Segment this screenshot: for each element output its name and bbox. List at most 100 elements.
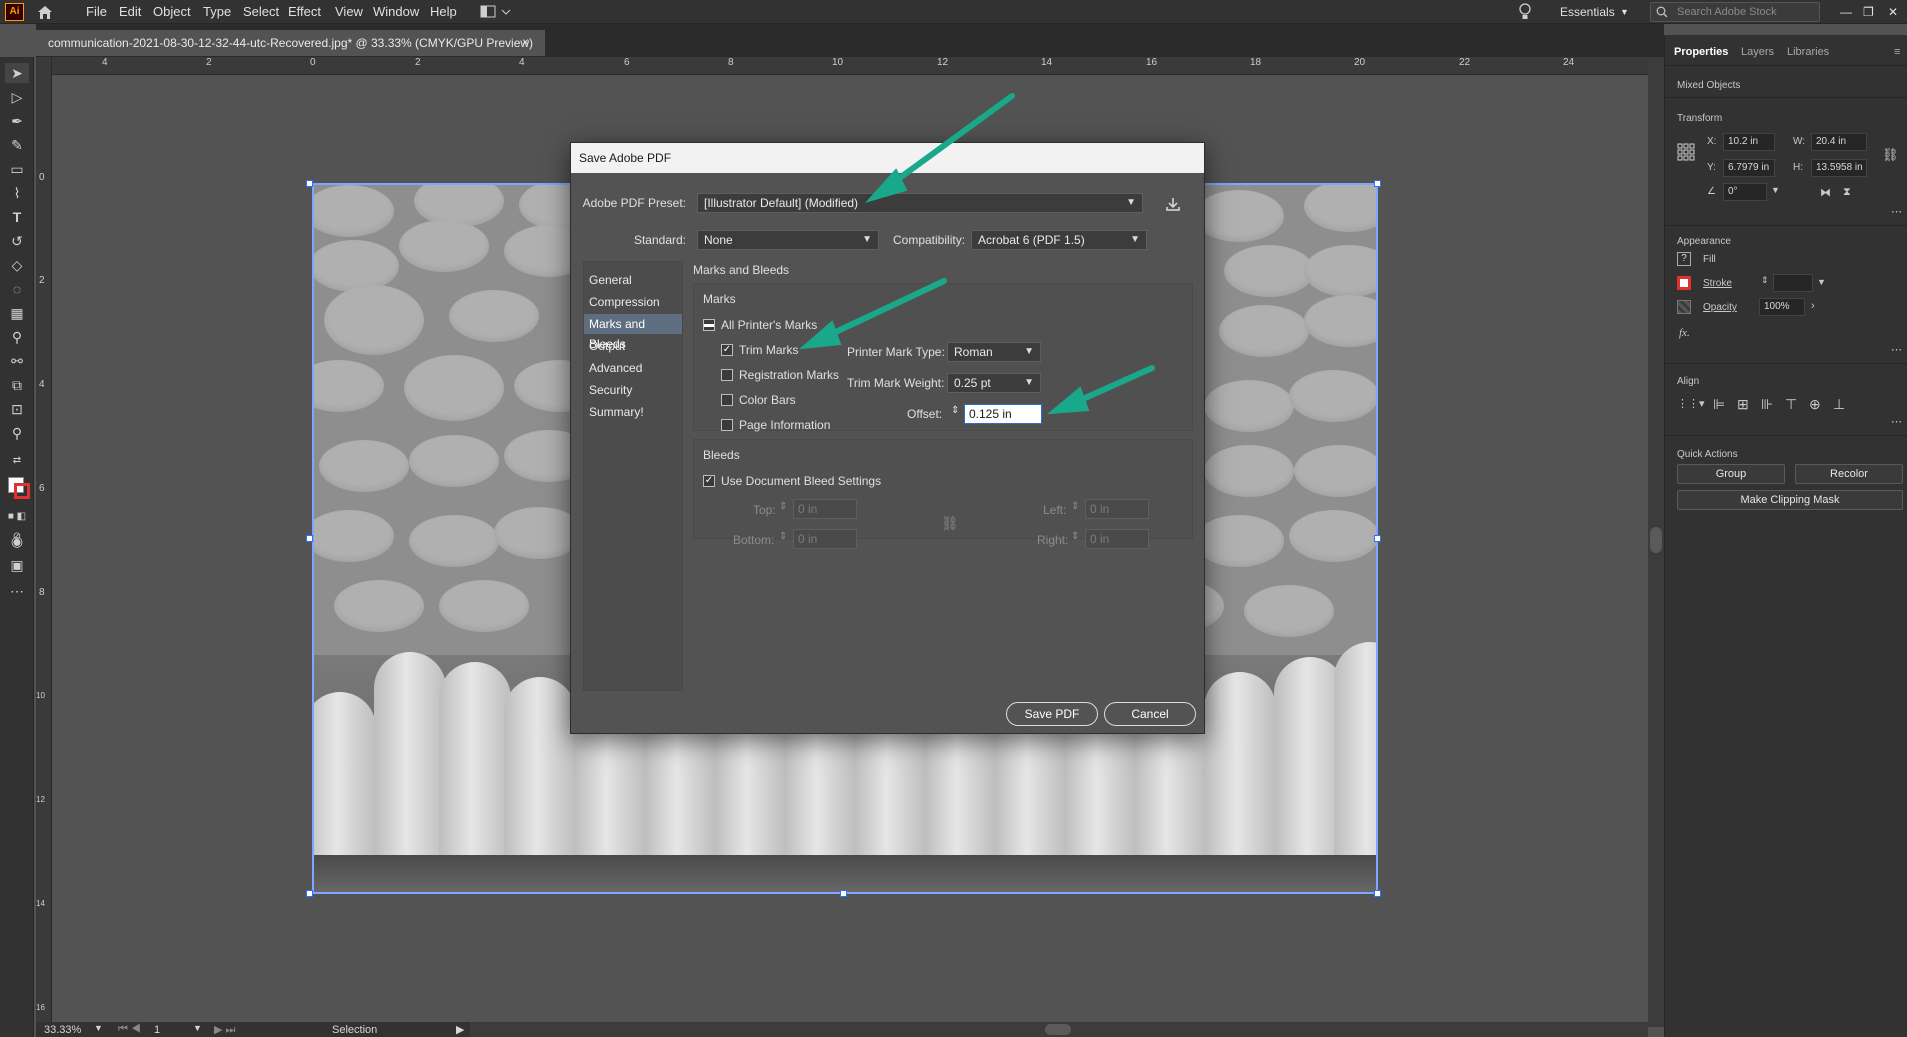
printer-mark-type-select[interactable]: Roman ▼: [947, 342, 1041, 362]
shape-builder-tool-icon[interactable]: ⧉: [5, 375, 29, 395]
fx-icon[interactable]: fx.: [1679, 327, 1690, 339]
standard-select[interactable]: None ▼: [697, 230, 879, 250]
menu-type[interactable]: Type: [203, 4, 231, 19]
nav-output[interactable]: Output: [584, 336, 682, 356]
current-tool-status[interactable]: Selection: [332, 1024, 377, 1036]
home-icon[interactable]: [36, 4, 54, 20]
chevron-down-icon[interactable]: ▼: [193, 1023, 202, 1033]
stroke-swatch-icon[interactable]: [1677, 276, 1691, 290]
eyedropper-tool-icon[interactable]: ⚲: [5, 327, 29, 347]
preset-select[interactable]: [Illustrator Default] (Modified) ▼: [697, 193, 1143, 213]
flip-vertical-icon[interactable]: ⧗: [1843, 186, 1851, 199]
bleed-bottom-input[interactable]: 0 in: [793, 529, 857, 549]
tab-properties[interactable]: Properties: [1674, 46, 1728, 58]
paintbrush-tool-icon[interactable]: ⌇: [5, 183, 29, 203]
fill-swatch-icon[interactable]: ?: [1677, 252, 1691, 266]
tab-layers[interactable]: Layers: [1741, 46, 1774, 58]
stock-search-input[interactable]: Search Adobe Stock: [1650, 2, 1820, 22]
resize-handle[interactable]: [1374, 180, 1381, 187]
draw-mode-icon[interactable]: ◉: [5, 531, 29, 551]
align-middle-icon[interactable]: ⊕: [1809, 396, 1821, 413]
align-to-icon[interactable]: ⋮⋮▾: [1677, 397, 1705, 410]
make-clipping-mask-button[interactable]: Make Clipping Mask: [1677, 490, 1903, 510]
group-button[interactable]: Group: [1677, 464, 1785, 484]
trim-mark-weight-select[interactable]: 0.25 pt ▼: [947, 373, 1041, 393]
nav-advanced[interactable]: Advanced: [584, 358, 682, 378]
stroke-label[interactable]: Stroke: [1703, 278, 1732, 289]
screen-mode-icon[interactable]: ▣: [5, 555, 29, 575]
resize-handle[interactable]: [306, 890, 313, 897]
more-options-icon[interactable]: ⋯: [1891, 415, 1902, 428]
reference-point-icon[interactable]: [1677, 143, 1695, 161]
page-number[interactable]: 1: [154, 1024, 160, 1036]
opacity-field[interactable]: 100%: [1759, 298, 1805, 316]
chevron-down-icon[interactable]: ▼: [1620, 7, 1629, 17]
chevron-down-icon[interactable]: ▼: [1771, 185, 1780, 195]
align-left-icon[interactable]: ⊫: [1713, 396, 1725, 413]
menu-object[interactable]: Object: [153, 4, 191, 19]
close-icon[interactable]: ✕: [1888, 5, 1898, 19]
rotate-angle-field[interactable]: 0°: [1723, 183, 1767, 201]
color-mode-icon[interactable]: ■ ◧ ⊘: [5, 507, 29, 542]
maximize-icon[interactable]: ❐: [1863, 5, 1874, 19]
horizontal-scrollbar[interactable]: [470, 1022, 1648, 1037]
registration-marks-checkbox[interactable]: [721, 369, 733, 381]
y-field[interactable]: 6.7979 in: [1723, 159, 1775, 177]
align-bottom-icon[interactable]: ⊥: [1833, 396, 1845, 413]
nav-compression[interactable]: Compression: [584, 292, 682, 312]
last-page-icon[interactable]: ▶ ⏭: [214, 1023, 235, 1037]
stroke-weight-field[interactable]: [1773, 274, 1813, 292]
swap-colors-icon[interactable]: ⇄: [5, 451, 29, 471]
workspace-layout-icon[interactable]: [480, 5, 512, 19]
menu-effect[interactable]: Effect: [288, 4, 321, 19]
stepper-icon[interactable]: ⇕: [1761, 275, 1769, 286]
link-bleeds-icon[interactable]: ⛓: [941, 515, 959, 532]
nav-marks-and-bleeds[interactable]: Marks and Bleeds: [584, 314, 682, 351]
recolor-button[interactable]: Recolor: [1795, 464, 1903, 484]
lightbulb-icon[interactable]: [1518, 3, 1532, 21]
menu-file[interactable]: File: [86, 4, 107, 19]
blend-tool-icon[interactable]: ⚯: [5, 351, 29, 371]
compatibility-select[interactable]: Acrobat 6 (PDF 1.5) ▼: [971, 230, 1147, 250]
selection-tool-icon[interactable]: ➤: [5, 63, 29, 83]
panel-menu-icon[interactable]: ≡: [1894, 46, 1900, 58]
first-page-icon[interactable]: ⏮ ◀: [118, 1023, 141, 1036]
page-information-checkbox[interactable]: [721, 419, 733, 431]
menu-view[interactable]: View: [335, 4, 363, 19]
resize-handle[interactable]: [1374, 890, 1381, 897]
align-center-icon[interactable]: ⊞: [1737, 396, 1749, 413]
nav-security[interactable]: Security: [584, 380, 682, 400]
minimize-icon[interactable]: —: [1840, 5, 1852, 19]
curvature-tool-icon[interactable]: ✎: [5, 135, 29, 155]
workspace-switcher[interactable]: Essentials: [1560, 5, 1615, 19]
document-tab[interactable]: communication-2021-08-30-12-32-44-utc-Re…: [36, 30, 546, 56]
resize-handle[interactable]: [1374, 535, 1381, 542]
zoom-tool-icon[interactable]: ⚲: [5, 423, 29, 443]
eraser-tool-icon[interactable]: ◇: [5, 255, 29, 275]
resize-handle[interactable]: [306, 180, 313, 187]
bleed-top-input[interactable]: 0 in: [793, 499, 857, 519]
rectangle-tool-icon[interactable]: ▭: [5, 159, 29, 179]
menu-help[interactable]: Help: [430, 4, 457, 19]
opacity-label[interactable]: Opacity: [1703, 302, 1737, 313]
menu-window[interactable]: Window: [373, 4, 419, 19]
direct-selection-tool-icon[interactable]: ▷: [5, 87, 29, 107]
vertical-scroll-thumb[interactable]: [1650, 527, 1662, 553]
trim-marks-checkbox[interactable]: ✓: [721, 344, 733, 356]
nav-summary[interactable]: Summary!: [584, 402, 682, 422]
align-top-icon[interactable]: ⊤: [1785, 396, 1797, 413]
chevron-right-icon[interactable]: ›: [1811, 300, 1815, 312]
menu-select[interactable]: Select: [243, 4, 279, 19]
chevron-down-icon[interactable]: ▼: [1817, 277, 1826, 287]
constrain-proportions-icon[interactable]: ⛓: [1882, 147, 1899, 163]
pen-tool-icon[interactable]: ✒: [5, 111, 29, 131]
tab-libraries[interactable]: Libraries: [1787, 46, 1829, 58]
save-preset-icon[interactable]: [1165, 196, 1181, 212]
use-document-bleed-checkbox[interactable]: ✓: [703, 475, 715, 487]
horizontal-scroll-thumb[interactable]: [1045, 1024, 1071, 1035]
x-field[interactable]: 10.2 in: [1723, 133, 1775, 151]
stroke-color-swatch[interactable]: [14, 483, 30, 499]
nav-general[interactable]: General: [584, 270, 682, 290]
rotate-tool-icon[interactable]: ↺: [5, 231, 29, 251]
chevron-down-icon[interactable]: ▼: [94, 1023, 103, 1033]
